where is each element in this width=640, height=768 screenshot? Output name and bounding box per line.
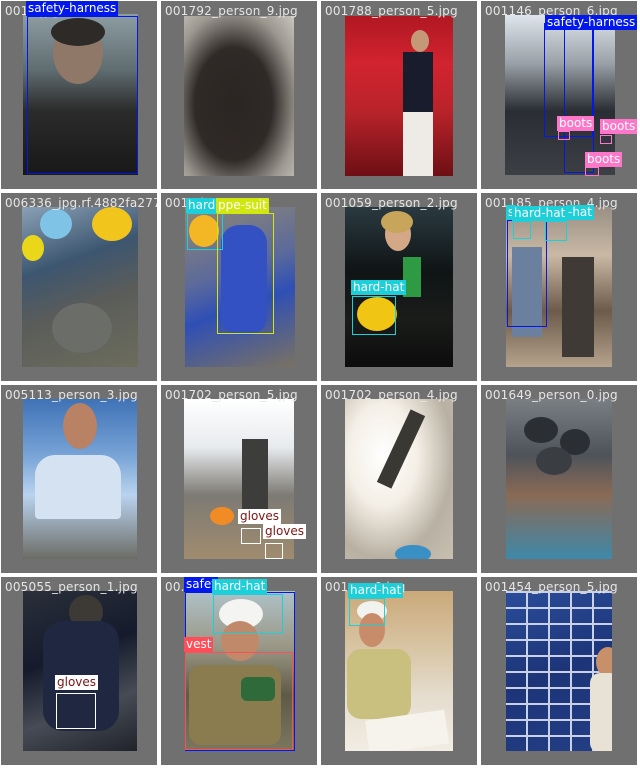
bbox-boots <box>585 167 599 176</box>
grid-cell[interactable]: 001792_person_9.jpg <box>161 1 317 189</box>
cell-filename: 001649_person_0.jpg <box>485 388 618 402</box>
cell-image <box>345 399 453 559</box>
cell-filename: 006336_jpg.rf.4882fa277f06...jpg <box>5 196 157 210</box>
bbox-hard-hat <box>349 598 385 626</box>
bbox-ppe-suit <box>217 213 274 334</box>
bbox-hard-hat <box>545 221 567 241</box>
label-hard-hat: hard-hat <box>351 280 407 295</box>
label-hard-hat: hard-hat <box>512 206 568 221</box>
grid-cell[interactable]: 005113_person_3.jpg <box>1 385 157 573</box>
cell-image <box>184 16 294 176</box>
grid-cell[interactable]: 00...s safet hard-hat vest <box>161 577 317 765</box>
label-gloves: gloves <box>238 509 282 524</box>
grid-cell[interactable]: 001059_person_2.jpg hard-hat <box>321 193 477 381</box>
cell-filename: 001059_person_2.jpg <box>325 196 458 210</box>
bbox-boots <box>600 135 612 144</box>
label-boots: boots <box>600 119 637 134</box>
label-hard-hat: -hat <box>566 205 594 220</box>
label-boots: boots <box>585 152 623 167</box>
cell-filename: 005113_person_3.jpg <box>5 388 138 402</box>
grid-cell[interactable]: 001...jpg hard ppe-suit <box>161 193 317 381</box>
cell-image <box>506 591 612 751</box>
cell-filename: 005055_person_1.jpg <box>5 580 138 594</box>
bbox-gloves <box>241 528 261 544</box>
grid-cell[interactable]: 001454_person_5.jpg <box>481 577 637 765</box>
label-hard-hat: hard <box>186 198 218 213</box>
bbox-gloves <box>265 543 283 559</box>
label-boots: boots <box>557 116 595 131</box>
bbox-hard-hat <box>352 296 396 335</box>
bbox-safety-harness <box>564 23 594 173</box>
cell-image <box>22 207 138 367</box>
label-ppe-suit: ppe-suit <box>216 198 269 213</box>
bbox-hard-hat <box>513 221 531 239</box>
bbox-gloves <box>56 693 96 729</box>
grid-cell[interactable]: 001146_person_6.jpg safety-harness boots… <box>481 1 637 189</box>
cell-filename: 001702_person_5.jpg <box>165 388 298 402</box>
bbox-hard-hat <box>213 594 283 634</box>
label-gloves: gloves <box>55 675 99 690</box>
label-vest: vest <box>184 637 214 652</box>
grid-cell[interactable]: 001788_person_5.jpg <box>321 1 477 189</box>
grid-cell[interactable]: 006336_jpg.rf.4882fa277f06...jpg <box>1 193 157 381</box>
cell-filename: 001788_person_5.jpg <box>325 4 458 18</box>
detection-grid: 001...jpg safety-harness 001792_person_9… <box>0 0 640 768</box>
cell-filename: 001454_person_5.jpg <box>485 580 618 594</box>
label-safety-harness: safety-harness <box>545 15 637 30</box>
grid-cell[interactable]: 001...jpg safety-harness <box>1 1 157 189</box>
grid-cell[interactable]: 001649_person_0.jpg <box>481 385 637 573</box>
grid-cell[interactable]: 001185_person_4.jpg s hard-hat -hat <box>481 193 637 381</box>
label-hard-hat: hard-hat <box>212 579 268 594</box>
bbox-safety-harness <box>27 16 138 174</box>
cell-image <box>23 399 137 559</box>
cell-image <box>345 16 453 176</box>
label-hard-hat: hard-hat <box>348 583 404 598</box>
grid-cell[interactable]: 001702_person_4.jpg <box>321 385 477 573</box>
grid-cell[interactable]: 005055_person_1.jpg gloves <box>1 577 157 765</box>
bbox-boots <box>558 131 570 140</box>
label-safety-harness: safety-harness <box>26 1 119 16</box>
cell-filename: 001792_person_9.jpg <box>165 4 298 18</box>
grid-cell[interactable]: 001702_person_5.jpg gloves gloves <box>161 385 317 573</box>
cell-image <box>506 399 612 559</box>
label-gloves: gloves <box>263 524 307 539</box>
grid-cell[interactable]: 001...n_0.jpg hard-hat <box>321 577 477 765</box>
cell-filename: 001702_person_4.jpg <box>325 388 458 402</box>
bbox-vest <box>185 652 293 750</box>
